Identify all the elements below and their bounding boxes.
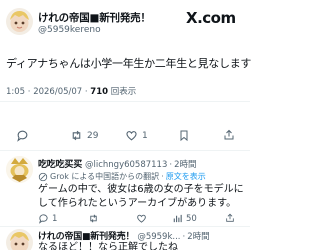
reply-time[interactable]: 2時間 [174,158,196,170]
post-meta: 1:05 · 2026/05/07 · 710 回表示 [6,85,136,97]
repost-count: 29 [87,130,99,141]
reply-avatar[interactable] [6,156,33,183]
divider [0,101,250,102]
divider [0,150,250,151]
bar-chart-icon [173,214,182,223]
translation-text: Grok による中国語からの翻訳 [50,172,160,181]
like-button[interactable] [136,213,147,224]
author-name[interactable]: けれの帝国■新刊発売！ [38,10,151,25]
avatar[interactable] [6,8,33,35]
repost-button[interactable] [88,213,99,224]
brand-text: X.com [186,9,236,27]
translation-note: Grok による中国語からの翻訳 · 原文を表示 [38,171,206,182]
separator: · [169,160,173,170]
grok-icon [38,172,48,181]
like-count: 1 [142,130,148,141]
reply-text: ゲームの中で、彼女は6歳の女の子をモデルにして作られたというアーカイブがあります… [38,184,244,209]
divider [0,226,250,227]
reply-author-name[interactable]: 吃吃吃买买 [38,157,82,170]
reply-author-handle[interactable]: @lichngy60587113 [85,160,167,170]
repost-icon [72,130,81,141]
repost-button[interactable]: 29 [70,129,98,142]
reply-header: 吃吃吃买买 @lichngy60587113 · 2時間 [38,157,197,170]
like-button[interactable]: 1 [125,129,148,142]
reply-icon [17,130,28,142]
share-button[interactable] [223,128,235,142]
separator: · [161,172,164,181]
share-icon [224,129,234,140]
heart-icon [126,131,137,141]
repost-icon [90,214,97,223]
reply-text-line: なるほど！！なら正解でしたね [38,242,178,250]
author-handle[interactable]: @5959kereno [38,25,101,35]
views-count: 710 [90,87,109,97]
share-button[interactable] [225,212,235,224]
reply-button[interactable] [16,129,29,142]
views-label: 回表示 [110,87,137,97]
reply-count: 1 [52,213,58,224]
post-text: ディアナちゃんは小学一年生か二年生と見なします [6,57,252,70]
reply-text-visible: なるほど！！なら正解でしたね [38,241,248,250]
reply-icon [39,214,48,224]
reply-views-count: 50 [186,213,197,224]
share-icon [226,213,234,222]
bookmark-button[interactable] [178,129,190,142]
reply-button[interactable]: 1 [38,213,57,224]
post-timestamp[interactable]: 1:05 · 2026/05/07 · [6,87,88,97]
heart-icon [137,214,146,223]
x-logo[interactable]: X.com [186,9,236,27]
reply-avatar[interactable] [6,229,33,250]
show-original-link[interactable]: 原文を表示 [166,171,206,182]
bookmark-icon [180,130,188,142]
views-button[interactable]: 50 [172,213,197,224]
